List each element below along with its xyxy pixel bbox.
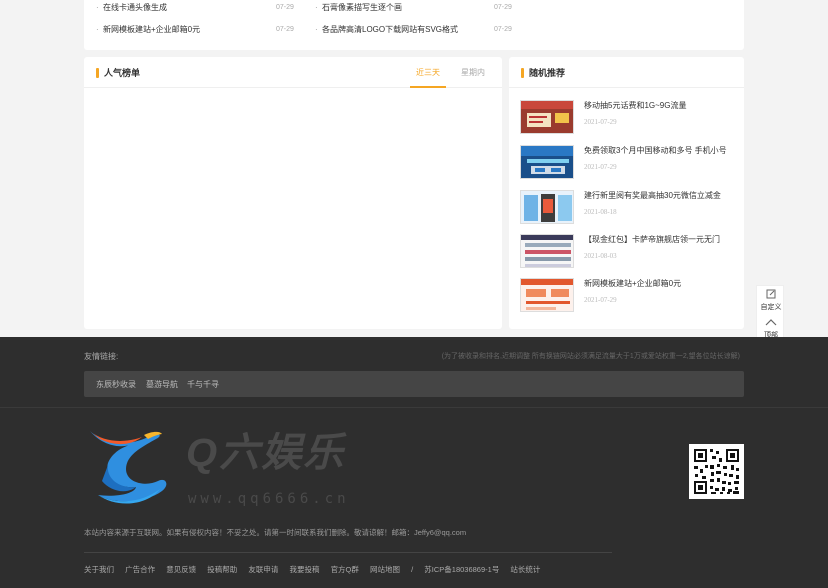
bullet-dot: · <box>96 3 99 12</box>
news-date: 07-29 <box>276 4 294 11</box>
news-date: 07-29 <box>494 26 512 33</box>
friend-links-bar: 东辰秒收录 墓游导航 千与千寻 <box>84 371 744 397</box>
bullet-dot: · <box>96 25 99 34</box>
news-title[interactable]: 新网模板建站+企业邮箱0元 <box>103 25 200 34</box>
floating-toolbar: 自定义 顶部 <box>756 285 784 340</box>
chevron-up-icon <box>757 317 785 331</box>
news-link[interactable]: · 石膏像素描写生逐个画 <box>315 3 402 13</box>
copyright-notice: 本站内容来源于互联网。如果有侵权内容！不妥之处。请第一时间联系我们删除。敬请谅解… <box>84 528 467 537</box>
bullet-dot: · <box>315 25 318 34</box>
news-title[interactable]: 各品牌高清LOGO下载网站有SVG格式 <box>322 25 458 34</box>
latest-news-card: · 在线卡通头像生成 07-29 · 石膏像素描写生逐个画 07-29 · 新网模板建… <box>84 0 744 50</box>
recommend-item[interactable]: 免费领取3个月中国移动和多号 手机小号 2021-07-29 <box>520 145 740 181</box>
recommend-title[interactable]: 建行新里阅有奖最高抽30元微信立减金 <box>584 191 721 201</box>
title-accent-bar <box>96 68 99 78</box>
footer-link-contribute[interactable]: 我要投稿 <box>289 565 319 574</box>
recommend-date: 2021-07-29 <box>584 118 617 126</box>
recommend-date: 2021-07-29 <box>584 296 617 304</box>
title-accent-bar <box>521 68 524 78</box>
card-title: 随机推荐 <box>529 68 566 78</box>
recommend-date: 2021-07-29 <box>584 163 617 171</box>
news-title[interactable]: 石膏像素描写生逐个画 <box>322 3 402 12</box>
site-logo[interactable]: Q六娱乐 www.qq6666.cn <box>86 425 376 510</box>
logo-text: Q六娱乐 <box>186 431 346 475</box>
edit-icon <box>757 289 785 303</box>
news-date: 07-29 <box>494 4 512 11</box>
recommend-title[interactable]: 【现金红包】卡萨帝旗舰店领一元无门 <box>584 235 720 245</box>
footer-link-submit-help[interactable]: 投稿帮助 <box>207 565 237 574</box>
footer-divider <box>84 552 612 553</box>
popular-ranking-card: 人气榜单 近三天 星期内 <box>84 57 502 329</box>
friend-link[interactable]: 千与千寻 <box>187 380 219 390</box>
active-tab-indicator <box>410 86 446 88</box>
footer-link-link-apply[interactable]: 友联申请 <box>248 565 278 574</box>
tab-three-days[interactable]: 近三天 <box>416 68 440 78</box>
qr-code-image <box>689 444 744 499</box>
random-recommend-card: 随机推荐 移动抽5元话费和1G~9G流量 2021-07-29 免费领取3个月中… <box>509 57 744 329</box>
friend-link[interactable]: 墓游导航 <box>146 380 178 390</box>
news-link[interactable]: · 各品牌高清LOGO下载网站有SVG格式 <box>315 25 458 35</box>
thumbnail-image[interactable] <box>520 100 574 134</box>
swan-logo-icon <box>90 431 167 504</box>
news-link[interactable]: · 在线卡通头像生成 <box>96 3 167 13</box>
footer-link-qq-group[interactable]: 官方Q群 <box>331 565 359 574</box>
bullet-dot: · <box>315 3 318 12</box>
news-date: 07-29 <box>276 26 294 33</box>
recommend-date: 2021-08-18 <box>584 208 617 216</box>
footer-link-icp[interactable]: 苏ICP备18036869-1号 <box>424 565 499 574</box>
card-header: 人气榜单 近三天 星期内 <box>84 57 502 88</box>
friend-links-label: 友情链接: <box>84 352 119 361</box>
footer-nav: 关于我们 广告合作 意见反馈 投稿帮助 友联申请 我要投稿 官方Q群 网站地图 … <box>84 565 549 575</box>
card-title: 人气榜单 <box>104 68 141 78</box>
recommend-title[interactable]: 新网模板建站+企业邮箱0元 <box>584 279 681 289</box>
thumbnail-image[interactable] <box>520 234 574 268</box>
site-footer: 友情链接: (为了被收录和排名,近期调整 所有换链网站必须满足流量大于1万或爱站… <box>0 337 828 588</box>
recommend-item[interactable]: 【现金红包】卡萨帝旗舰店领一元无门 2021-08-03 <box>520 234 740 270</box>
friend-link[interactable]: 东辰秒收录 <box>96 380 136 390</box>
footer-link-feedback[interactable]: 意见反馈 <box>166 565 196 574</box>
recommend-item[interactable]: 建行新里阅有奖最高抽30元微信立减金 2021-08-18 <box>520 190 740 226</box>
thumbnail-image[interactable] <box>520 190 574 224</box>
footer-link-ads[interactable]: 广告合作 <box>125 565 155 574</box>
friend-links-note: (为了被收录和排名,近期调整 所有换链网站必须满足流量大于1万或爱站权重一2,望… <box>441 353 740 360</box>
recommend-item[interactable]: 移动抽5元话费和1G~9G流量 2021-07-29 <box>520 100 740 136</box>
recommend-title[interactable]: 免费领取3个月中国移动和多号 手机小号 <box>584 146 727 156</box>
footer-separator: / <box>411 565 414 574</box>
footer-link-stats[interactable]: 站长统计 <box>510 565 540 574</box>
recommend-title[interactable]: 移动抽5元话费和1G~9G流量 <box>584 101 686 111</box>
footer-link-sitemap[interactable]: 网站地图 <box>370 565 400 574</box>
footer-divider <box>0 407 828 408</box>
card-header: 随机推荐 <box>509 57 744 88</box>
recommend-date: 2021-08-03 <box>584 252 617 260</box>
news-title[interactable]: 在线卡通头像生成 <box>103 3 167 12</box>
customize-label: 自定义 <box>760 304 782 311</box>
footer-link-about[interactable]: 关于我们 <box>84 565 114 574</box>
thumbnail-image[interactable] <box>520 145 574 179</box>
customize-button[interactable]: 自定义 <box>757 286 785 313</box>
logo-url: www.qq6666.cn <box>188 491 350 507</box>
thumbnail-image[interactable] <box>520 278 574 312</box>
tab-week[interactable]: 星期内 <box>461 68 485 78</box>
news-link[interactable]: · 新网模板建站+企业邮箱0元 <box>96 25 200 35</box>
recommend-item[interactable]: 新网模板建站+企业邮箱0元 2021-07-29 <box>520 278 740 314</box>
